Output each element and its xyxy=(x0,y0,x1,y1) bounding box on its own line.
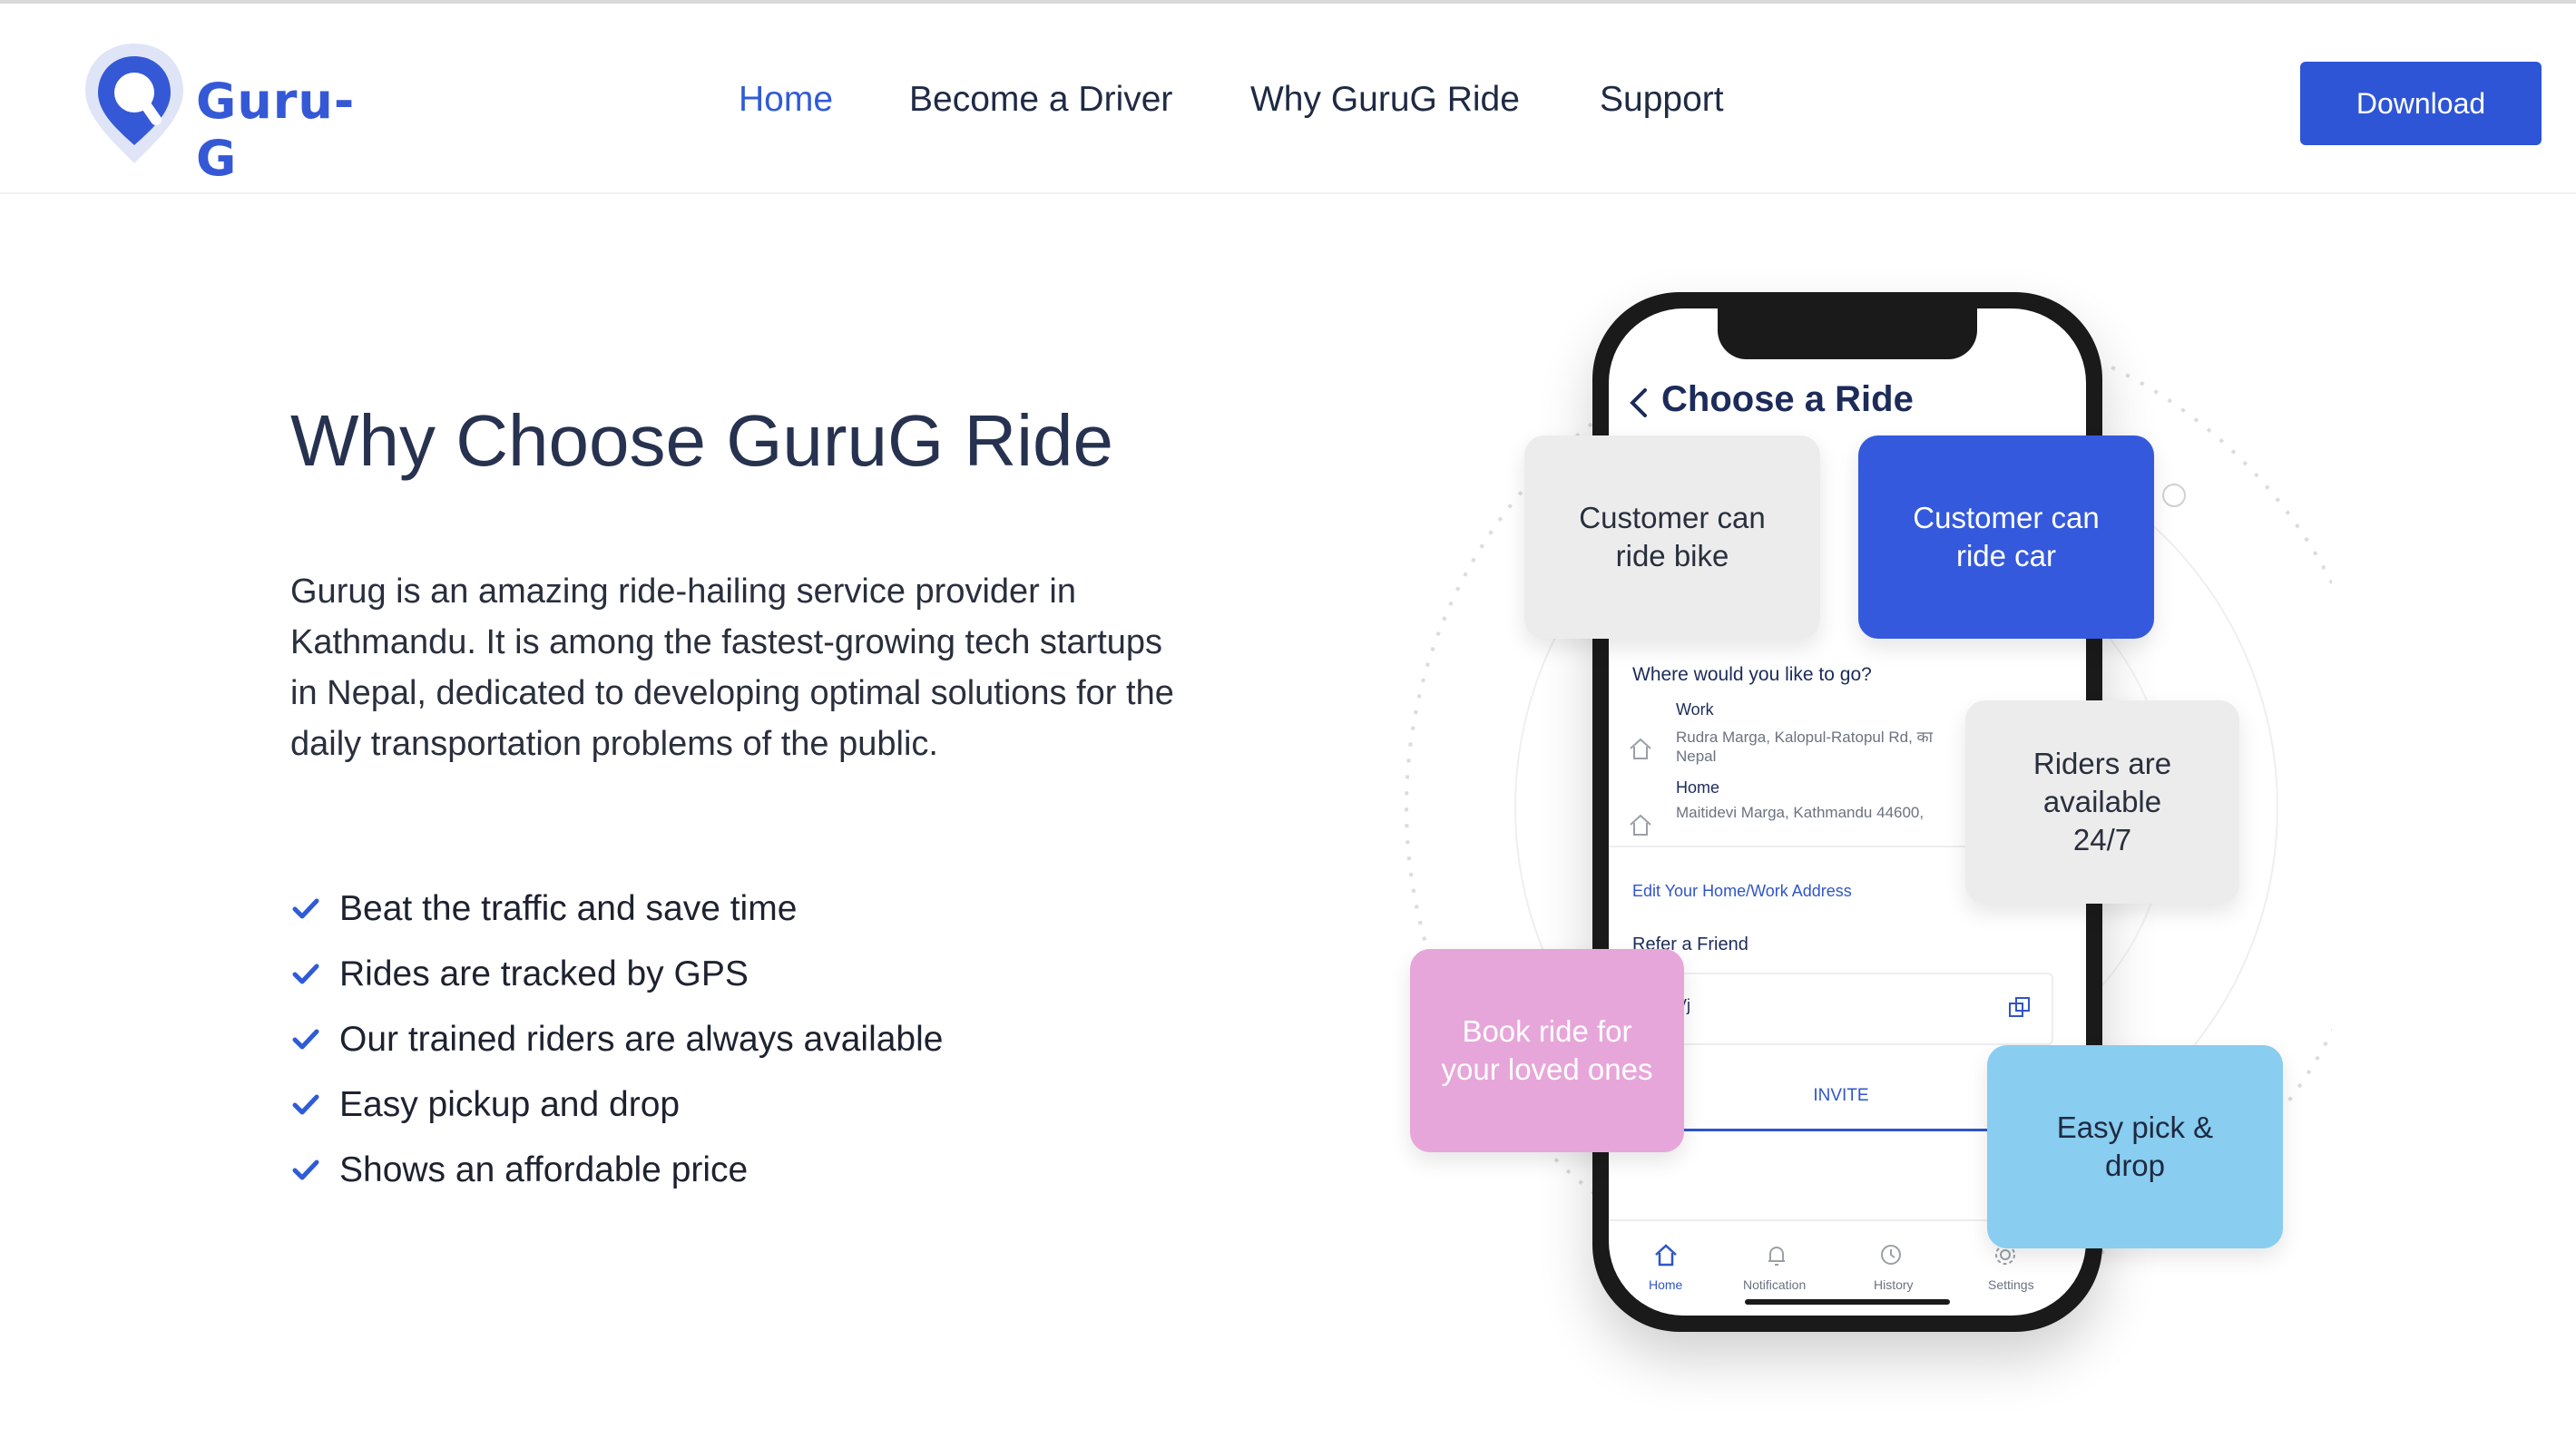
logo[interactable]: Guru-G xyxy=(80,40,388,187)
card-text: your loved ones xyxy=(1441,1052,1653,1086)
download-button[interactable]: Download xyxy=(2300,62,2542,145)
card-text: Riders are xyxy=(2032,747,2172,780)
home-icon[interactable] xyxy=(1652,1241,1680,1268)
card-text: Customer can xyxy=(1579,501,1766,534)
card-ride-bike: Customer can ride bike xyxy=(1524,435,1820,639)
destination-question: Where would you like to go? xyxy=(1632,664,1872,685)
work-label: Work xyxy=(1676,700,1714,719)
nav-home[interactable]: Home xyxy=(739,80,833,120)
phone-notch xyxy=(1718,308,1977,359)
invite-label: INVITE xyxy=(1813,1086,1869,1105)
tab-settings-label[interactable]: Settings xyxy=(1988,1277,2034,1292)
home-outline-icon xyxy=(1630,814,1651,836)
hero-description: Gurug is an amazing ride-hailing service… xyxy=(290,572,1174,763)
card-text: drop xyxy=(2104,1149,2166,1182)
back-arrow-icon[interactable] xyxy=(1627,386,1652,419)
location-pin-icon xyxy=(85,44,183,163)
checkmark-icon xyxy=(292,1159,319,1180)
checkmark-icon xyxy=(292,1094,319,1115)
home-label: Home xyxy=(1676,778,1720,797)
work-address-line2: Nepal xyxy=(1676,748,1717,765)
site-header: Guru-G Home Become a Driver Why GuruG Ri… xyxy=(0,4,2576,194)
feature-item: Our trained riders are always available xyxy=(290,1007,943,1072)
work-address[interactable]: Rudra Marga, Kalopul-Ratopul Rd, का xyxy=(1676,726,1933,747)
feature-item: Beat the traffic and save time xyxy=(290,876,943,942)
feature-item: Shows an affordable price xyxy=(290,1138,943,1203)
tab-history-label[interactable]: History xyxy=(1874,1277,1914,1292)
card-text: 24/7 xyxy=(2072,823,2132,856)
copy-icon[interactable] xyxy=(2006,994,2033,1022)
screen-title: Choose a Ride xyxy=(1661,379,1914,419)
feature-text: Shows an affordable price xyxy=(339,1150,749,1189)
card-text: Book ride for xyxy=(1462,1014,1632,1048)
feature-item: Rides are tracked by GPS xyxy=(290,942,943,1007)
card-riders-available: Riders are available 24/7 xyxy=(1965,700,2239,904)
card-text: available xyxy=(2042,785,2162,818)
feature-text: Easy pickup and drop xyxy=(339,1085,681,1124)
home-address[interactable]: Maitidevi Marga, Kathmandu 44600, xyxy=(1676,804,1924,822)
nav-support[interactable]: Support xyxy=(1600,80,1724,120)
feature-list: Beat the traffic and save time Rides are… xyxy=(290,876,943,1203)
home-outline-icon xyxy=(1630,738,1651,759)
card-text: ride car xyxy=(1955,539,2057,572)
card-ride-car: Customer can ride car xyxy=(1858,435,2154,639)
referral-code-field[interactable]: 3Vj xyxy=(1632,973,2053,1045)
feature-text: Our trained riders are always available xyxy=(339,1020,944,1059)
feature-text: Beat the traffic and save time xyxy=(339,889,798,928)
feature-text: Rides are tracked by GPS xyxy=(339,954,749,993)
bell-icon[interactable] xyxy=(1763,1241,1790,1268)
checkmark-icon xyxy=(292,898,319,919)
feature-item: Easy pickup and drop xyxy=(290,1072,943,1138)
checkmark-icon xyxy=(292,964,319,984)
brand-name: Guru-G xyxy=(196,73,356,187)
history-icon[interactable] xyxy=(1877,1241,1905,1268)
tab-home-label[interactable]: Home xyxy=(1649,1277,1682,1292)
nav-become-driver[interactable]: Become a Driver xyxy=(909,80,1172,120)
card-book-loved-ones: Book ride for your loved ones xyxy=(1410,949,1684,1152)
tab-notification-label[interactable]: Notification xyxy=(1743,1277,1806,1292)
card-easy-pick-drop: Easy pick & drop xyxy=(1987,1045,2283,1248)
card-text: Easy pick & xyxy=(2056,1110,2214,1144)
edit-address-link[interactable]: Edit Your Home/Work Address xyxy=(1632,882,1852,901)
card-text: ride bike xyxy=(1615,539,1729,572)
nav-why-guru[interactable]: Why GuruG Ride xyxy=(1250,80,1520,120)
phone-showcase: Choose a Ride Where would you like to go… xyxy=(1334,272,2332,1361)
checkmark-icon xyxy=(292,1029,319,1050)
card-text: Customer can xyxy=(1913,501,2100,534)
home-indicator xyxy=(1745,1299,1950,1305)
hero-title: Why Choose GuruG Ride xyxy=(290,400,1114,481)
